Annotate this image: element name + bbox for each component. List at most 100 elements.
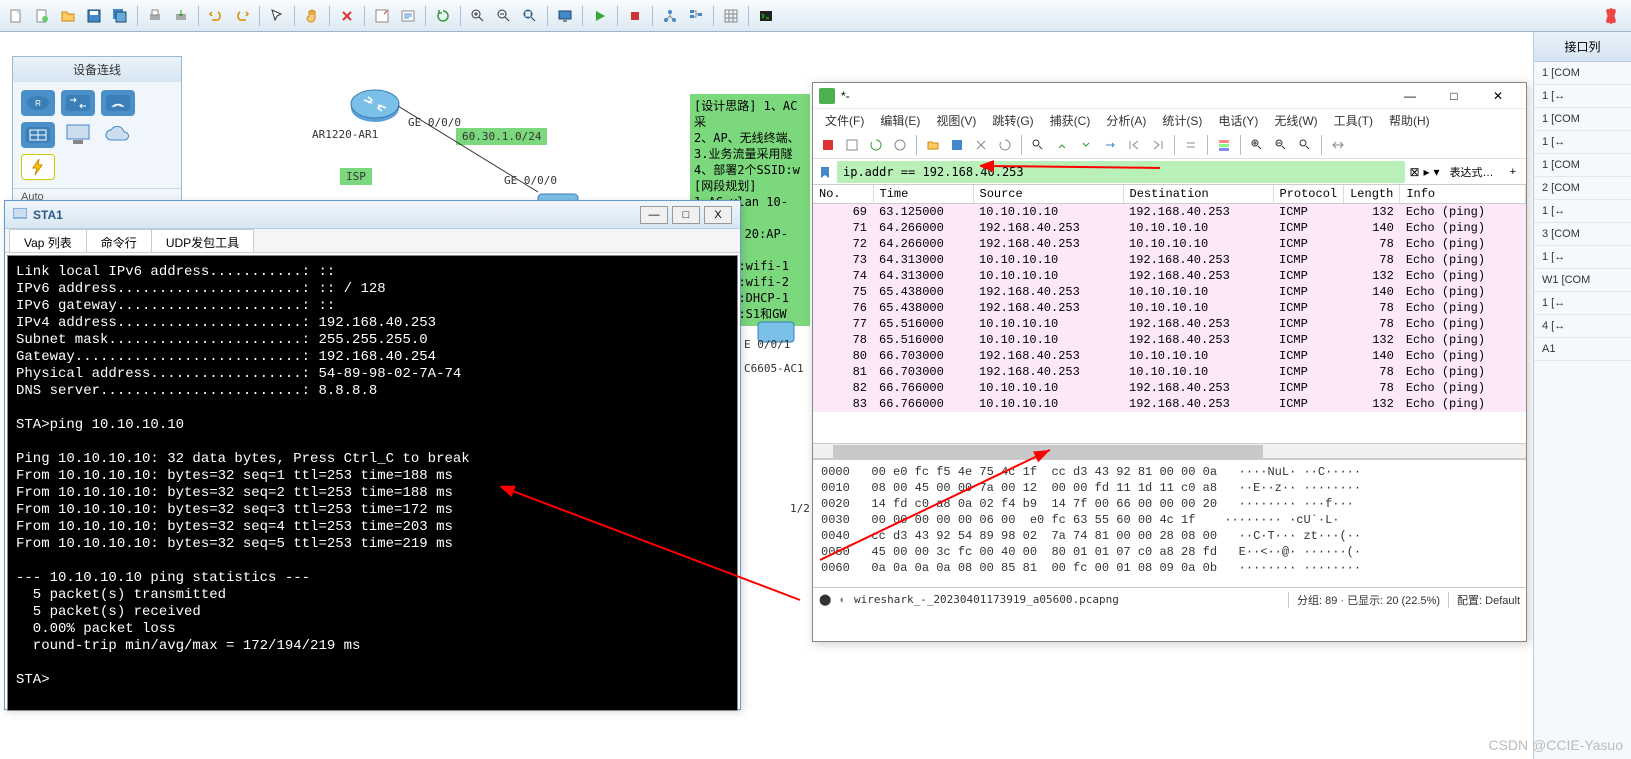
router-device-icon[interactable]: R — [21, 90, 55, 116]
ws-apply-icon[interactable]: ▸ — [1424, 165, 1430, 179]
export-icon[interactable] — [169, 4, 193, 28]
ws-start-icon[interactable] — [817, 134, 839, 156]
packet-row[interactable]: 7565.438000192.168.40.25310.10.10.10ICMP… — [813, 284, 1526, 300]
packet-row[interactable]: 7364.31300010.10.10.10192.168.40.253ICMP… — [813, 252, 1526, 268]
packet-row[interactable]: 7164.266000192.168.40.25310.10.10.10ICMP… — [813, 220, 1526, 236]
packet-row[interactable]: 6963.12500010.10.10.10192.168.40.253ICMP… — [813, 204, 1526, 221]
ws-restart-icon[interactable] — [865, 134, 887, 156]
stop-icon[interactable] — [623, 4, 647, 28]
switch-device-icon[interactable] — [61, 90, 95, 116]
packet-row[interactable]: 7665.438000192.168.40.25310.10.10.10ICMP… — [813, 300, 1526, 316]
monitor-icon[interactable] — [553, 4, 577, 28]
packet-row[interactable]: 7264.266000192.168.40.25310.10.10.10ICMP… — [813, 236, 1526, 252]
properties-icon[interactable] — [370, 4, 394, 28]
ws-filter-input[interactable] — [837, 161, 1405, 183]
menu-tools[interactable]: 工具(T) — [1328, 110, 1379, 131]
ws-recent-icon[interactable]: ▾ — [1434, 165, 1440, 179]
ws-titlebar[interactable]: *- — □ ✕ — [813, 83, 1526, 109]
col-no[interactable]: No. — [813, 185, 873, 204]
maximize-button[interactable]: □ — [672, 206, 700, 224]
col-len[interactable]: Length — [1344, 185, 1400, 204]
interface-item[interactable]: 1 [COM — [1534, 62, 1631, 85]
col-info[interactable]: Info — [1400, 185, 1526, 204]
ws-maximize-button[interactable]: □ — [1432, 85, 1476, 107]
menu-edit[interactable]: 编辑(E) — [874, 110, 926, 131]
undo-icon[interactable] — [204, 4, 228, 28]
interface-item[interactable]: A1 — [1534, 338, 1631, 361]
refresh-icon[interactable] — [431, 4, 455, 28]
ws-close-button[interactable]: ✕ — [1476, 85, 1520, 107]
zoom-fit-icon[interactable] — [518, 4, 542, 28]
sta-titlebar[interactable]: STA1 — □ X — [5, 201, 740, 229]
ws-save-icon[interactable] — [946, 134, 968, 156]
ws-autoscroll-icon[interactable] — [1180, 134, 1202, 156]
ws-resize-icon[interactable] — [1327, 134, 1349, 156]
menu-analyze[interactable]: 分析(A) — [1100, 110, 1152, 131]
terminal-icon[interactable] — [754, 4, 778, 28]
ws-zoomin-icon[interactable] — [1246, 134, 1268, 156]
menu-wireless[interactable]: 无线(W) — [1268, 110, 1323, 131]
pc-device-icon[interactable] — [61, 122, 95, 148]
packet-row[interactable]: 7765.51600010.10.10.10192.168.40.253ICMP… — [813, 316, 1526, 332]
packet-row[interactable]: 7865.51600010.10.10.10192.168.40.253ICMP… — [813, 332, 1526, 348]
play-icon[interactable] — [588, 4, 612, 28]
packet-row[interactable]: 8366.76600010.10.10.10192.168.40.253ICMP… — [813, 396, 1526, 412]
col-proto[interactable]: Protocol — [1273, 185, 1344, 204]
ws-status-profile[interactable]: 配置: Default — [1448, 592, 1520, 608]
layout-icon[interactable] — [658, 4, 682, 28]
tab-vap[interactable]: Vap 列表 — [9, 229, 87, 252]
print-icon[interactable] — [143, 4, 167, 28]
ws-options-icon[interactable] — [889, 134, 911, 156]
col-time[interactable]: Time — [873, 185, 973, 204]
minimize-button[interactable]: — — [640, 206, 668, 224]
ws-next-icon[interactable] — [1075, 134, 1097, 156]
ws-last-icon[interactable] — [1147, 134, 1169, 156]
menu-go[interactable]: 跳转(G) — [986, 110, 1039, 131]
interface-item[interactable]: 1 [↔ — [1534, 292, 1631, 315]
text-icon[interactable] — [396, 4, 420, 28]
ws-zoomout-icon[interactable] — [1270, 134, 1292, 156]
ws-plus-button[interactable]: + — [1504, 166, 1522, 178]
ws-stop-icon[interactable] — [841, 134, 863, 156]
interface-item[interactable]: 1 [↔ — [1534, 200, 1631, 223]
save-all-icon[interactable] — [108, 4, 132, 28]
interface-item[interactable]: 1 [↔ — [1534, 131, 1631, 154]
ws-clear-icon[interactable]: ⊠ — [1409, 165, 1419, 179]
zoom-out-icon[interactable] — [492, 4, 516, 28]
cursor-icon[interactable] — [265, 4, 289, 28]
router-ar1[interactable] — [350, 86, 400, 124]
menu-view[interactable]: 视图(V) — [930, 110, 982, 131]
new-page-icon[interactable] — [30, 4, 54, 28]
ws-colorize-icon[interactable] — [1213, 134, 1235, 156]
close-button[interactable]: X — [704, 206, 732, 224]
ws-goto-icon[interactable] — [1099, 134, 1121, 156]
menu-stats[interactable]: 统计(S) — [1156, 110, 1208, 131]
open-icon[interactable] — [56, 4, 80, 28]
save-icon[interactable] — [82, 4, 106, 28]
cloud-device-icon[interactable] — [101, 122, 135, 148]
interface-item[interactable]: 1 [↔ — [1534, 246, 1631, 269]
ws-status-capture-icon[interactable]: ◐ — [839, 594, 846, 606]
interface-item[interactable]: 1 [↔ — [1534, 85, 1631, 108]
firewall-device-icon[interactable] — [21, 122, 55, 148]
menu-help[interactable]: 帮助(H) — [1383, 110, 1436, 131]
interface-item[interactable]: 4 [↔ — [1534, 315, 1631, 338]
ws-status-expert-icon[interactable]: ⬤ — [819, 593, 831, 606]
interface-item[interactable]: 3 [COM — [1534, 223, 1631, 246]
col-dst[interactable]: Destination — [1123, 185, 1273, 204]
ws-find-icon[interactable] — [1027, 134, 1049, 156]
menu-file[interactable]: 文件(F) — [819, 110, 870, 131]
tab-cli[interactable]: 命令行 — [86, 229, 152, 252]
ws-hscrollbar[interactable] — [813, 443, 1526, 459]
lightning-device-icon[interactable] — [21, 154, 55, 180]
delete-icon[interactable] — [335, 4, 359, 28]
interface-item[interactable]: 1 [COM — [1534, 108, 1631, 131]
grid-icon[interactable] — [719, 4, 743, 28]
ws-reload-icon[interactable] — [994, 134, 1016, 156]
col-src[interactable]: Source — [973, 185, 1123, 204]
ws-open-icon[interactable] — [922, 134, 944, 156]
new-icon[interactable] — [4, 4, 28, 28]
interface-item[interactable]: 1 [COM — [1534, 154, 1631, 177]
packet-row[interactable]: 8066.703000192.168.40.25310.10.10.10ICMP… — [813, 348, 1526, 364]
packet-row[interactable]: 8166.703000192.168.40.25310.10.10.10ICMP… — [813, 364, 1526, 380]
